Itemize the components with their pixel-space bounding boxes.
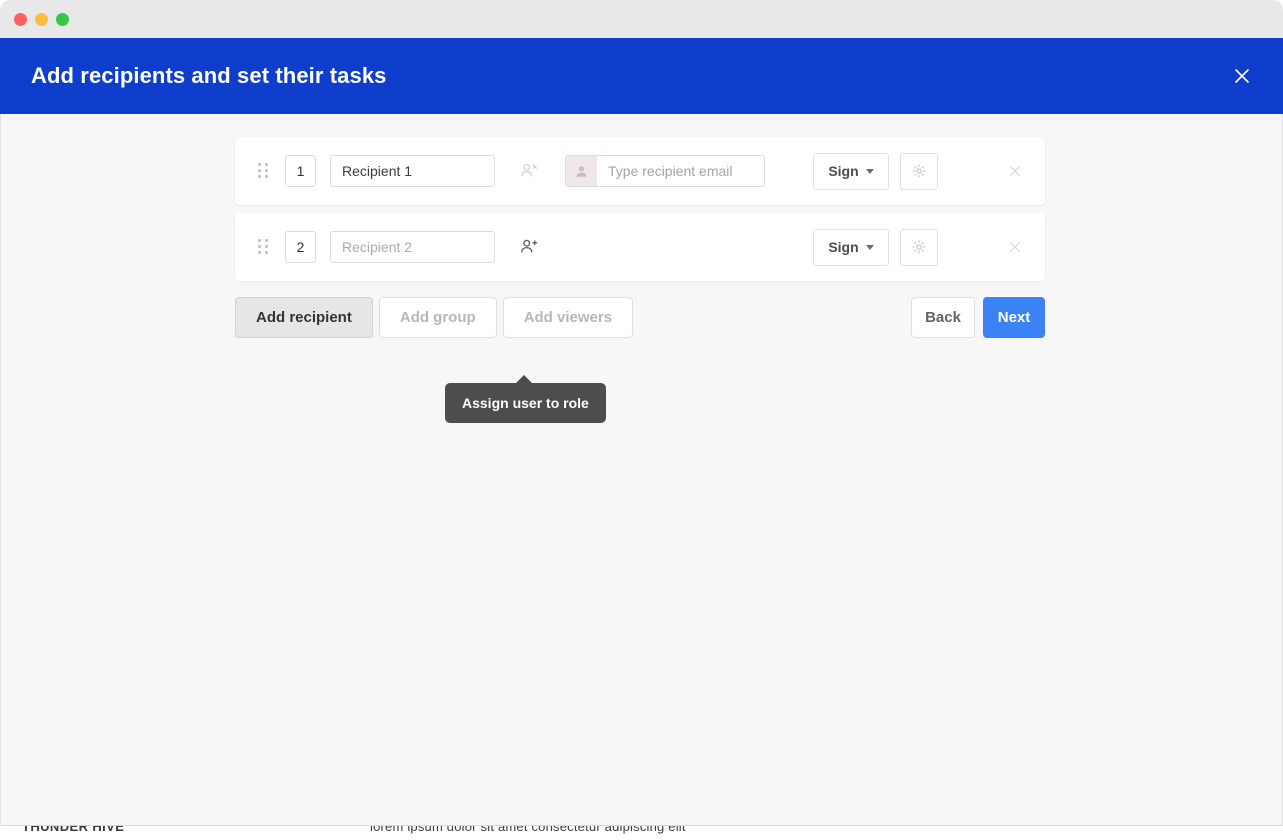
clipped-page-footer: THUNDER HIVE lorem ipsum dolor sit amet …	[0, 825, 1283, 840]
actions-toolbar: Add recipient Add group Add viewers Back…	[235, 296, 1045, 338]
chevron-down-icon	[866, 169, 874, 174]
navigation-buttons: Back Next	[911, 297, 1045, 338]
back-button[interactable]: Back	[911, 297, 975, 338]
recipient-order-number: 2	[285, 231, 316, 263]
remove-recipient-button[interactable]	[1004, 160, 1026, 182]
footer-left-text: THUNDER HIVE	[22, 825, 124, 834]
window-titlebar	[0, 0, 1283, 39]
application-window: Add recipients and set their tasks 1	[0, 0, 1283, 839]
recipient-role-input[interactable]	[330, 155, 495, 187]
recipient-role-input[interactable]	[330, 231, 495, 263]
task-type-label: Sign	[828, 163, 858, 179]
gear-icon[interactable]	[900, 153, 938, 190]
table-row: 2 Sign	[235, 213, 1045, 281]
table-row: 1 Type recipien	[235, 137, 1045, 205]
gear-icon[interactable]	[900, 229, 938, 266]
chevron-down-icon	[866, 245, 874, 250]
tooltip: Assign user to role	[445, 383, 606, 423]
add-viewers-button[interactable]: Add viewers	[503, 297, 633, 338]
task-type-label: Sign	[828, 239, 858, 255]
remove-recipient-button[interactable]	[1004, 236, 1026, 258]
window-close-button[interactable]	[14, 13, 27, 26]
page-title: Add recipients and set their tasks	[31, 63, 387, 89]
drag-handle-icon[interactable]	[258, 163, 268, 179]
close-icon[interactable]	[1229, 63, 1255, 89]
person-icon	[566, 156, 597, 186]
recipient-email-placeholder: Type recipient email	[597, 163, 733, 179]
dialog-body: 1 Type recipien	[0, 114, 1283, 825]
window-minimize-button[interactable]	[35, 13, 48, 26]
add-group-button[interactable]: Add group	[379, 297, 497, 338]
task-type-dropdown[interactable]: Sign	[813, 229, 889, 266]
add-recipient-button[interactable]: Add recipient	[235, 297, 373, 338]
drag-handle-icon[interactable]	[258, 239, 268, 255]
footer-right-text: lorem ipsum dolor sit amet consectetur a…	[370, 825, 686, 834]
person-add-icon[interactable]	[517, 235, 541, 259]
task-type-dropdown[interactable]: Sign	[813, 153, 889, 190]
next-button[interactable]: Next	[983, 297, 1045, 338]
recipient-order-number: 1	[285, 155, 316, 187]
traffic-light-controls	[14, 13, 69, 26]
recipients-panel: 1 Type recipien	[235, 137, 1045, 338]
recipient-email-field[interactable]: Type recipient email	[565, 155, 765, 187]
person-remove-icon[interactable]	[517, 159, 541, 183]
dialog-header: Add recipients and set their tasks	[0, 38, 1283, 114]
window-maximize-button[interactable]	[56, 13, 69, 26]
